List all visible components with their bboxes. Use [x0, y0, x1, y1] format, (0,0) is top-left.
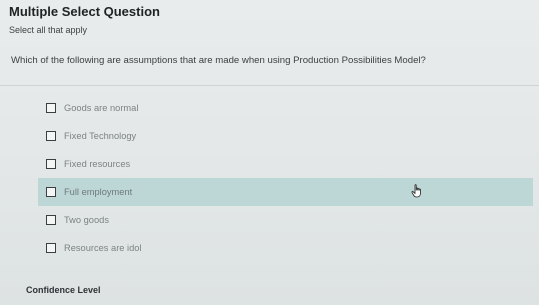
option-label: Fixed resources	[64, 159, 131, 169]
question-page: Multiple Select Question Select all that…	[0, 0, 539, 305]
options-list: Goods are normal Fixed Technology Fixed …	[0, 94, 539, 262]
checkbox[interactable]	[46, 103, 56, 113]
checkbox[interactable]	[46, 187, 56, 197]
option-label: Goods are normal	[64, 103, 139, 113]
hand-pointer-icon	[411, 184, 421, 198]
option-full-employment[interactable]: Full employment	[38, 178, 533, 206]
confidence-level-heading: Confidence Level	[26, 285, 101, 295]
option-two-goods[interactable]: Two goods	[38, 206, 521, 234]
checkbox[interactable]	[46, 131, 56, 141]
option-fixed-technology[interactable]: Fixed Technology	[38, 122, 521, 150]
option-label: Full employment	[64, 187, 133, 197]
question-prompt: Which of the following are assumptions t…	[11, 55, 426, 66]
option-resources-are-idol[interactable]: Resources are idol	[38, 234, 521, 262]
option-goods-are-normal[interactable]: Goods are normal	[38, 94, 521, 122]
checkbox[interactable]	[46, 159, 56, 169]
option-label: Two goods	[64, 215, 109, 225]
instruction-text: Select all that apply	[9, 25, 88, 35]
option-label: Resources are idol	[64, 243, 142, 253]
checkbox[interactable]	[46, 215, 56, 225]
checkbox[interactable]	[46, 243, 56, 253]
option-fixed-resources[interactable]: Fixed resources	[38, 150, 521, 178]
divider	[0, 85, 539, 86]
question-type-heading: Multiple Select Question	[9, 4, 160, 19]
option-label: Fixed Technology	[64, 131, 137, 141]
